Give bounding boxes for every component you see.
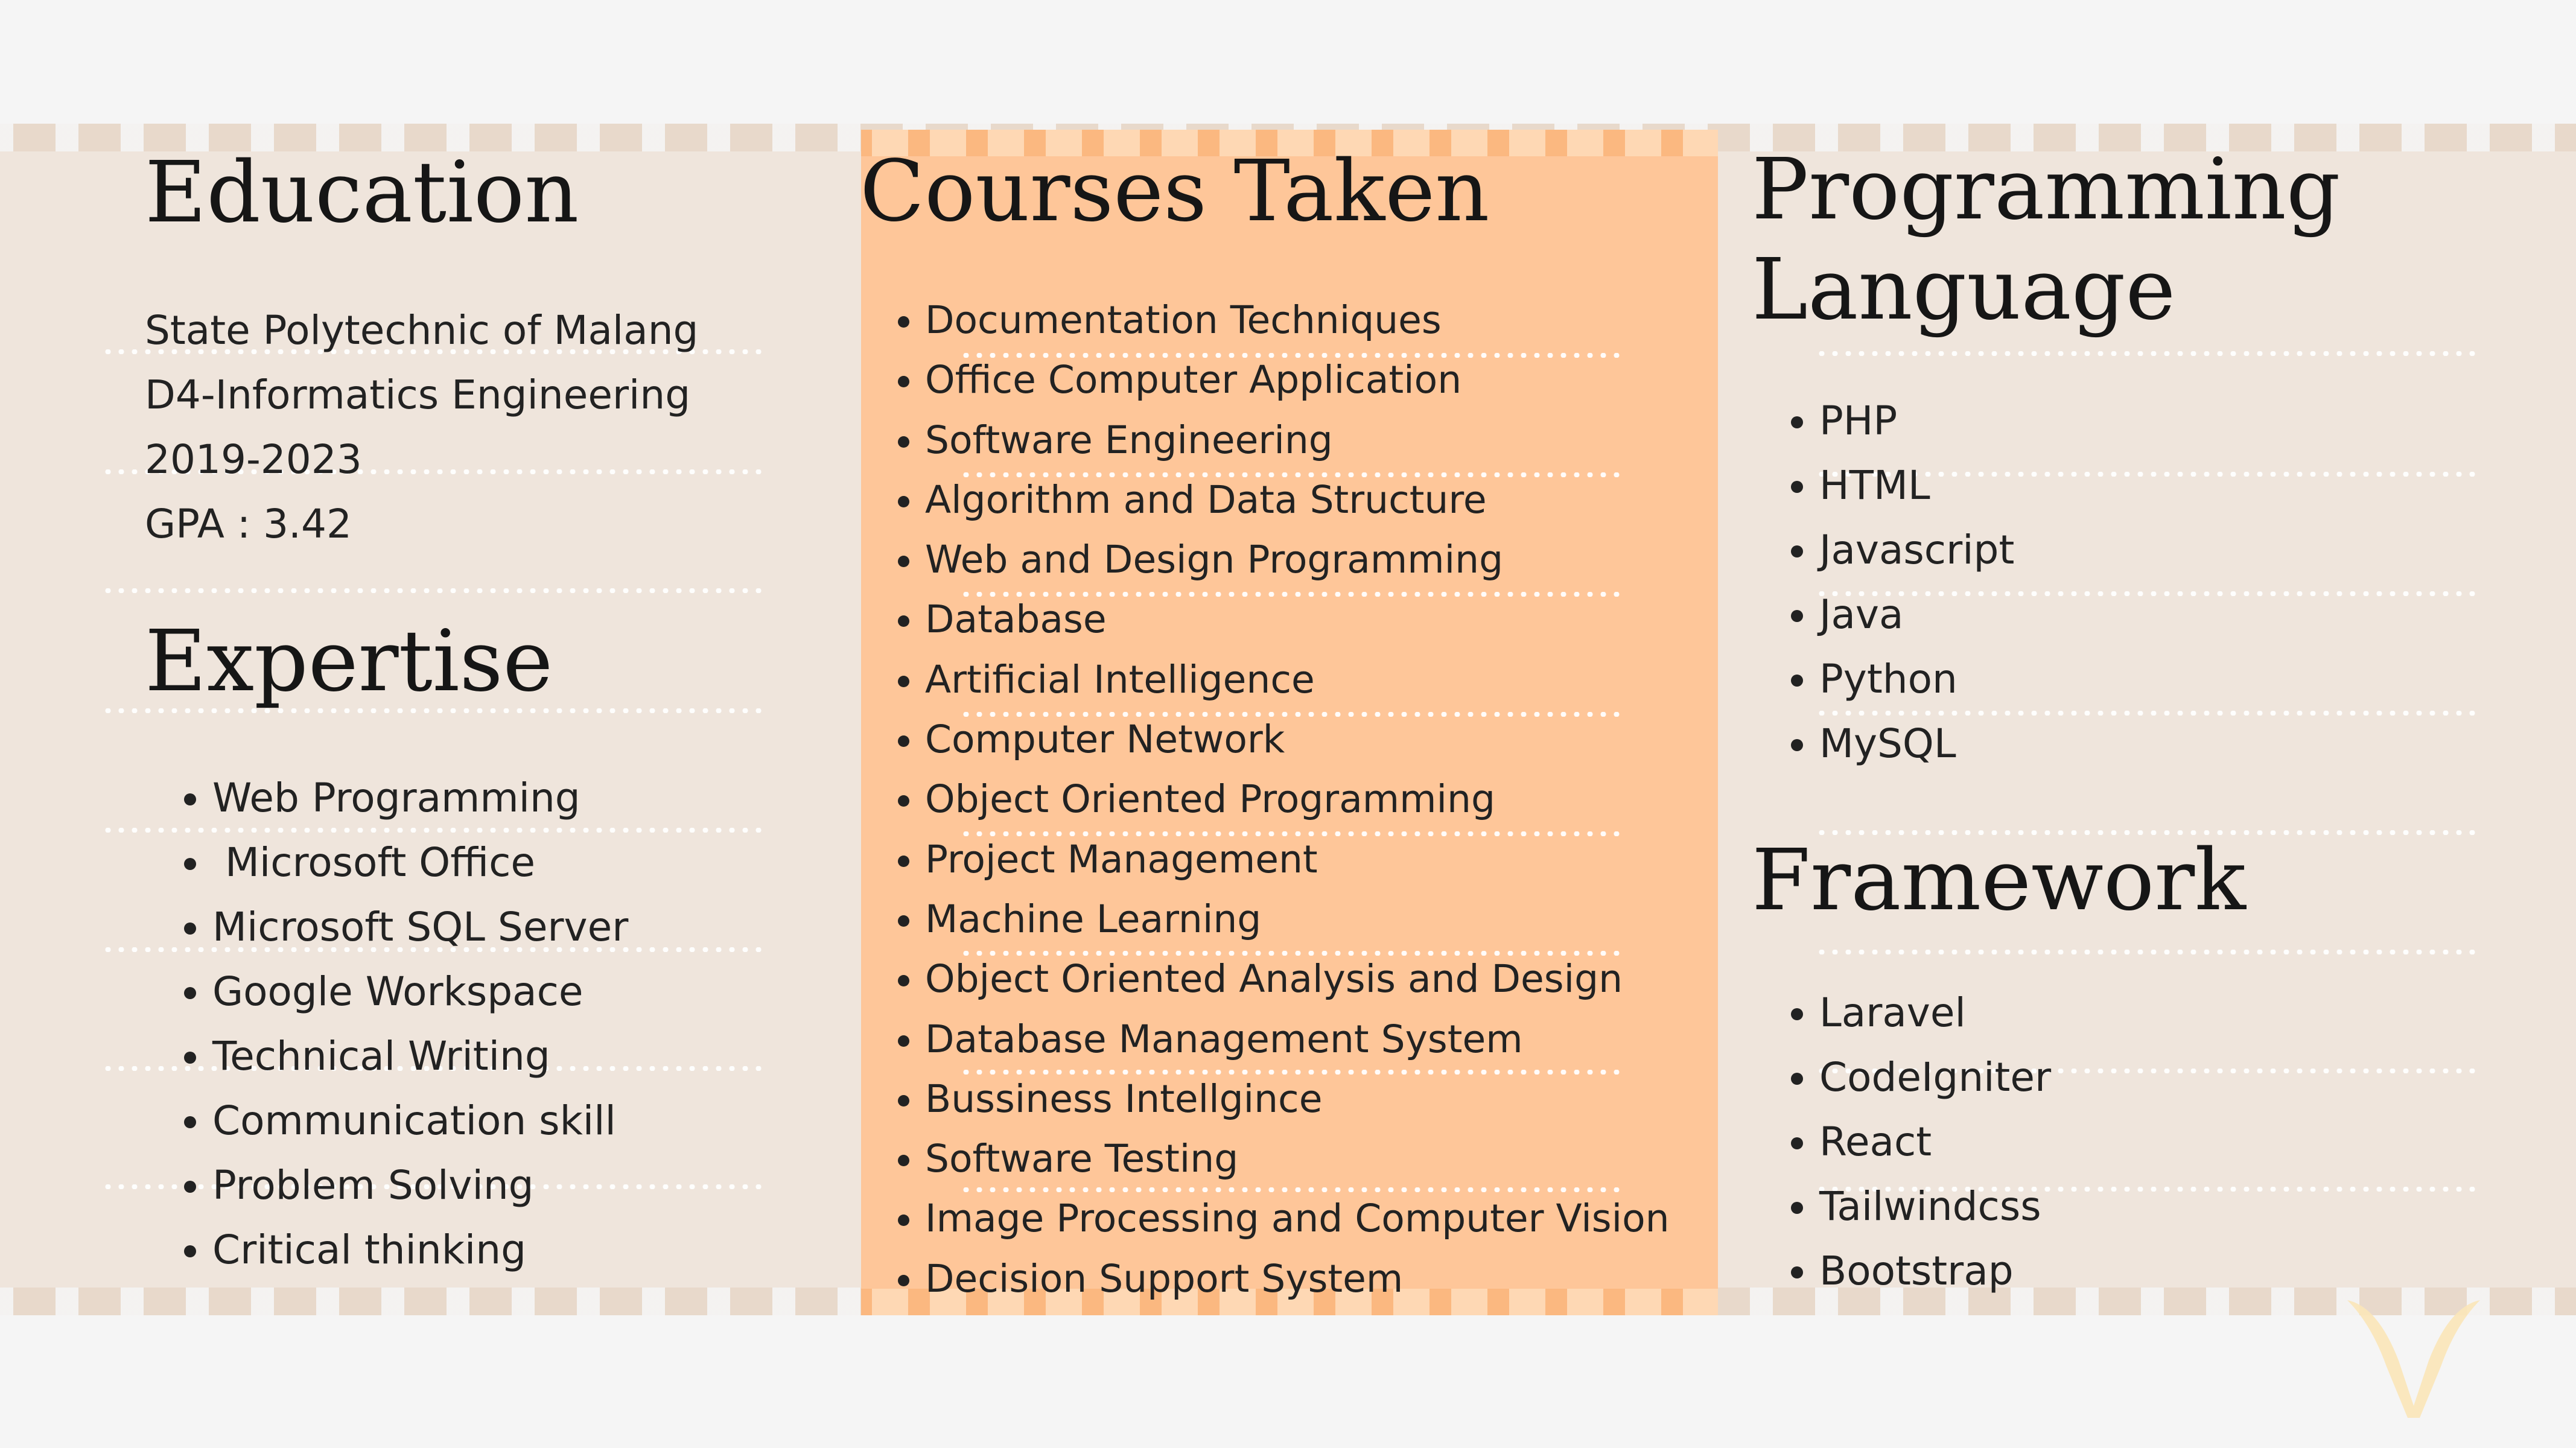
list-item: MySQL: [1819, 711, 2014, 776]
courses-heading: Courses Taken: [860, 142, 1490, 241]
list-item: Software Engineering: [925, 410, 1670, 470]
list-item: Database Management System: [925, 1009, 1670, 1069]
list-item: CodeIgniter: [1819, 1045, 2051, 1110]
list-item: Technical Writing: [212, 1024, 628, 1088]
list-item: React: [1819, 1110, 2051, 1174]
dotted-line: [1815, 351, 2479, 356]
list-item: Object Oriented Programming: [925, 769, 1670, 829]
list-item: Software Testing: [925, 1129, 1670, 1189]
list-item: Microsoft Office: [212, 830, 628, 895]
list-item: PHP: [1819, 389, 2014, 453]
list-item: Bussiness Intellgince: [925, 1069, 1670, 1129]
list-item: Microsoft SQL Server: [212, 895, 628, 959]
list-item: Bootstrap: [1819, 1239, 2051, 1303]
list-item: Java: [1819, 582, 2014, 647]
list-item: Object Oriented Analysis and Design: [925, 949, 1670, 1009]
list-item: Communication skill: [212, 1088, 628, 1153]
list-item: Decision Support System: [925, 1249, 1670, 1309]
education-details: State Polytechnic of Malang D4-Informati…: [145, 298, 698, 556]
list-item: Laravel: [1819, 980, 2051, 1045]
chevron-logo-icon: [2347, 1300, 2480, 1418]
list-item: Database: [925, 589, 1670, 649]
list-item: Tailwindcss: [1819, 1174, 2051, 1239]
list-item: Image Processing and Computer Vision: [925, 1189, 1670, 1248]
list-item: Javascript: [1819, 518, 2014, 582]
framework-list: Laravel CodeIgniter React Tailwindcss Bo…: [1752, 980, 2051, 1303]
education-school: State Polytechnic of Malang: [145, 307, 699, 354]
education-heading: Education: [145, 144, 579, 242]
dotted-line: [101, 588, 762, 593]
education-gpa: GPA : 3.42: [145, 501, 352, 547]
dotted-line: [1815, 950, 2479, 954]
framework-heading: Framework: [1752, 831, 2247, 930]
education-years: 2019-2023: [145, 436, 362, 483]
education-program: D4-Informatics Engineering: [145, 372, 691, 418]
list-item: Web and Design Programming: [925, 530, 1670, 589]
programming-language-list: PHP HTML Javascript Java Python MySQL: [1752, 389, 2014, 776]
list-item: Problem Solving: [212, 1153, 628, 1218]
list-item: HTML: [1819, 453, 2014, 518]
list-item: Project Management: [925, 830, 1670, 889]
list-item: Google Workspace: [212, 959, 628, 1024]
list-item: Critical thinking: [212, 1218, 628, 1282]
programming-heading-line2: Language: [1752, 241, 2176, 339]
expertise-list: Web Programming Microsoft Office Microso…: [145, 766, 628, 1282]
list-item: Python: [1819, 647, 2014, 711]
courses-list: Documentation Techniques Office Computer…: [860, 290, 1670, 1309]
programming-heading-line1: Programming: [1752, 141, 2341, 239]
list-item: Web Programming: [212, 766, 628, 830]
list-item: Artificial Intelligence: [925, 650, 1670, 710]
list-item: Documentation Techniques: [925, 290, 1670, 350]
list-item: Computer Network: [925, 710, 1670, 769]
list-item: Office Computer Application: [925, 350, 1670, 410]
list-item: Algorithm and Data Structure: [925, 470, 1670, 530]
list-item: Machine Learning: [925, 889, 1670, 949]
expertise-heading: Expertise: [145, 612, 553, 711]
programming-language-heading: Programming Language: [1752, 140, 2341, 340]
